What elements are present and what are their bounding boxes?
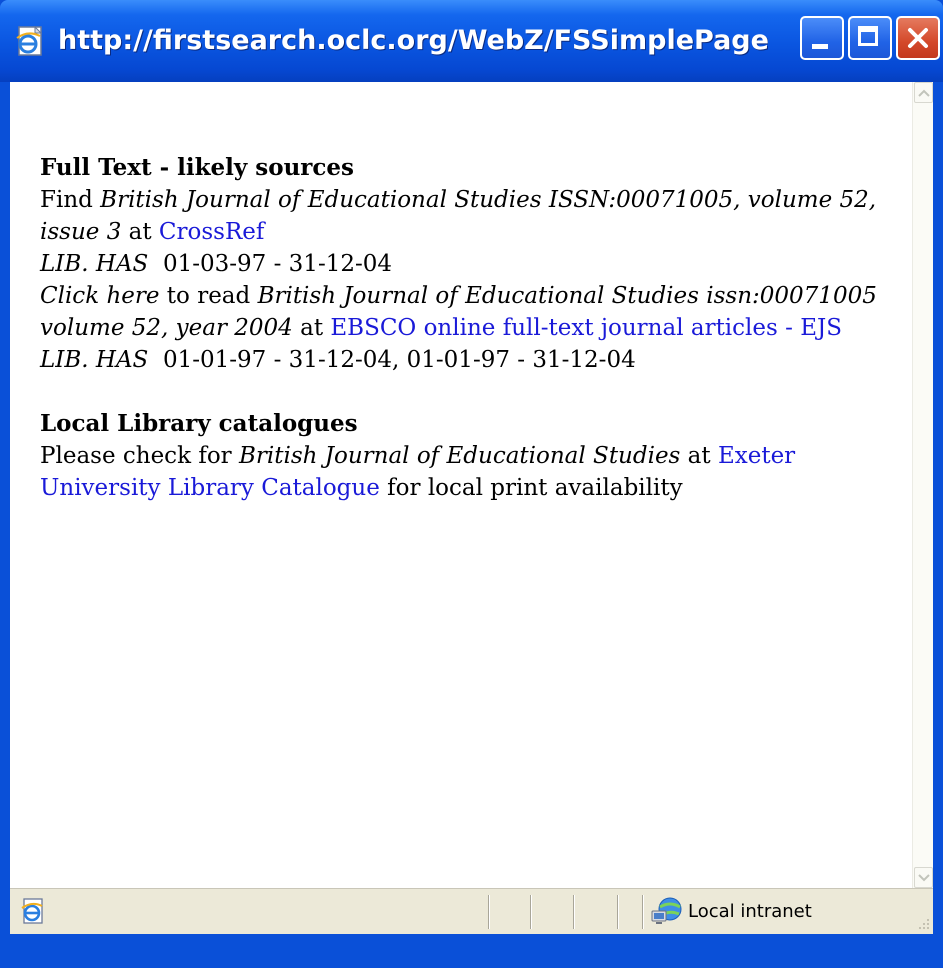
resize-grip-icon[interactable] — [913, 917, 931, 933]
crossref-prefix: Find — [40, 187, 101, 213]
ebsco-to-read: to read — [159, 283, 258, 309]
ebsco-at: at — [292, 315, 331, 341]
ie-page-icon[interactable] — [14, 24, 48, 58]
crossref-holdings-value: 01-03-97 - 31-12-04 — [162, 251, 393, 277]
status-separator — [642, 895, 644, 929]
page-viewport: Full Text - likely sources Find British … — [10, 82, 933, 888]
crossref-link[interactable]: CrossRef — [159, 219, 265, 245]
ie-page-icon — [20, 897, 48, 925]
local-at: at — [680, 443, 718, 469]
full-text-heading: Full Text - likely sources — [40, 154, 355, 181]
status-separator — [617, 895, 619, 929]
ebsco-holdings: LIB. HAS 01-01-97 - 31-12-04, 01-01-97 -… — [40, 344, 900, 376]
scroll-down-button[interactable] — [914, 867, 933, 888]
local-journal: British Journal of Educational Studies — [238, 443, 681, 469]
local-prefix: Please check for — [40, 443, 239, 469]
status-separator — [488, 895, 490, 929]
ebsco-click-here: Click here — [40, 283, 160, 309]
local-library-heading: Local Library catalogues — [40, 410, 358, 437]
close-button[interactable] — [896, 16, 940, 60]
crossref-entry: Find British Journal of Educational Stud… — [40, 184, 900, 248]
status-separator — [573, 895, 575, 929]
ebsco-holdings-label: LIB. HAS — [40, 347, 149, 373]
minimize-icon — [812, 44, 828, 49]
chevron-up-icon — [918, 89, 930, 97]
ebsco-holdings-value: 01-01-97 - 31-12-04, 01-01-97 - 31-12-04 — [162, 347, 636, 373]
maximize-icon — [858, 26, 878, 46]
crossref-holdings-label: LIB. HAS — [40, 251, 149, 277]
ebsco-entry: Click here to read British Journal of Ed… — [40, 280, 900, 344]
ebsco-link[interactable]: EBSCO online full-text journal articles … — [330, 315, 842, 341]
crossref-holdings: LIB. HAS 01-03-97 - 31-12-04 — [40, 248, 900, 280]
window-bottom-border — [0, 934, 943, 968]
minimize-button[interactable] — [800, 16, 844, 60]
crossref-at: at — [121, 219, 159, 245]
local-intranet-icon — [650, 895, 684, 927]
scroll-up-button[interactable] — [914, 82, 933, 103]
status-separator — [530, 895, 532, 929]
title-bar[interactable]: http://firstsearch.oclc.org/WebZ/FSSimpl… — [0, 0, 943, 82]
page-content: Full Text - likely sources Find British … — [40, 152, 900, 504]
local-library-entry: Please check for British Journal of Educ… — [40, 440, 900, 504]
close-icon — [908, 28, 928, 48]
browser-popup-window: http://firstsearch.oclc.org/WebZ/FSSimpl… — [0, 0, 943, 968]
status-bar: Local intranet — [10, 888, 933, 934]
vertical-scrollbar[interactable] — [912, 82, 933, 888]
security-zone-label: Local intranet — [688, 901, 812, 922]
maximize-button[interactable] — [848, 16, 892, 60]
local-suffix: for local print availability — [379, 475, 683, 501]
chevron-down-icon — [918, 874, 930, 882]
window-title: http://firstsearch.oclc.org/WebZ/FSSimpl… — [58, 25, 768, 56]
